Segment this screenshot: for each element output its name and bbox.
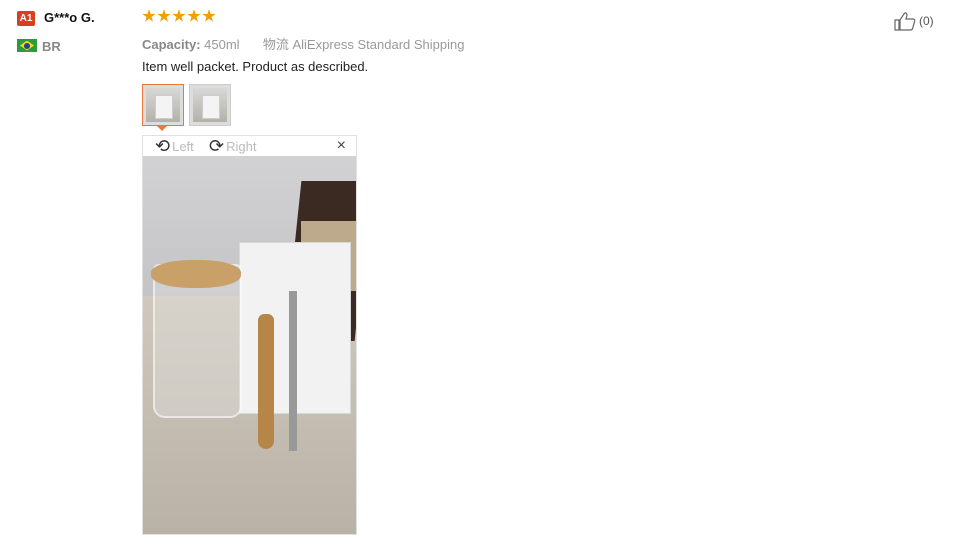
photo-viewer: ⟲ Left ⟳ Right ×	[142, 135, 357, 535]
review-photo-thumbnail[interactable]	[189, 84, 231, 126]
review-photo-thumbnail[interactable]	[142, 84, 184, 126]
rotate-right-icon: ⟳	[209, 136, 225, 156]
order-attributes: Capacity: 450ml 物流 AliExpress Standard S…	[142, 34, 464, 53]
rotate-right-label: Right	[226, 138, 257, 154]
star-icon	[187, 9, 201, 22]
rotate-left-label: Left	[172, 138, 194, 154]
viewer-toolbar: ⟲ Left ⟳ Right ×	[143, 136, 356, 156]
star-icon	[172, 9, 186, 22]
shipping-value: AliExpress Standard Shipping	[292, 37, 465, 52]
star-icon	[157, 9, 171, 22]
active-thumbnail-caret	[156, 125, 168, 131]
star-icon	[202, 9, 216, 22]
reviewer-country: BR	[42, 39, 61, 54]
capacity-label: Capacity:	[142, 37, 201, 52]
reviewer-level-badge: A1	[17, 11, 35, 26]
close-viewer-button[interactable]: ×	[337, 137, 346, 155]
brazil-flag-icon	[17, 39, 37, 52]
helpful-button[interactable]: (0)	[894, 11, 934, 31]
star-icon	[142, 9, 156, 22]
rotate-left-button[interactable]: ⟲ Left	[155, 136, 194, 156]
rotate-left-icon: ⟲	[155, 136, 171, 156]
capacity-value: 450ml	[204, 37, 240, 52]
helpful-count: (0)	[919, 14, 934, 28]
review-text: Item well packet. Product as described.	[142, 59, 369, 74]
reviewer-name: G***o G.	[44, 10, 95, 25]
rating-stars	[142, 9, 216, 23]
thumbs-up-icon	[894, 12, 916, 31]
rotate-right-button[interactable]: ⟳ Right	[209, 136, 257, 156]
review-photo	[143, 156, 356, 534]
shipping-label: 物流	[262, 37, 289, 52]
